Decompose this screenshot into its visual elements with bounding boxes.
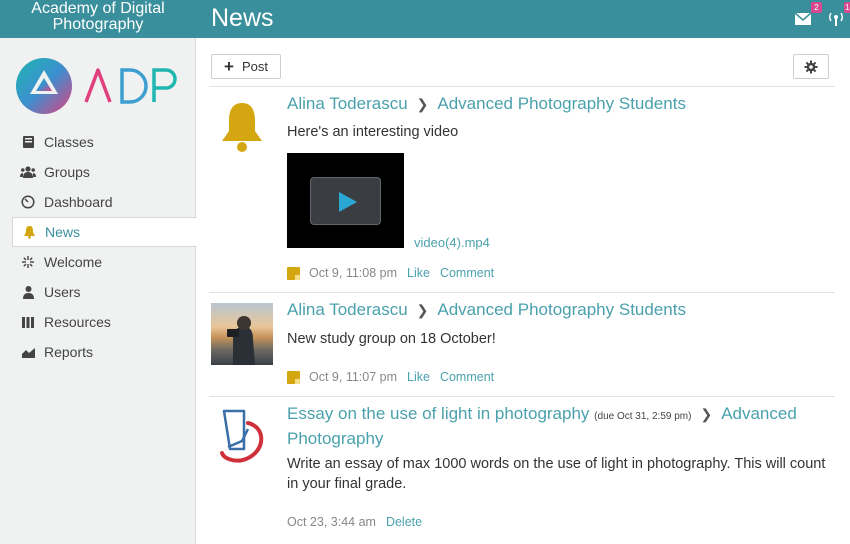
post-heading: Alina Toderascu ❯ Advanced Photography Stu…	[287, 299, 686, 321]
sidebar-item-groups[interactable]: Groups	[12, 157, 197, 187]
settings-button[interactable]	[793, 54, 829, 79]
sidebar-item-resources[interactable]: Resources	[12, 307, 197, 337]
timestamp: Oct 23, 3:44 am	[287, 515, 376, 529]
sidebar-item-dashboard[interactable]: Dashboard	[12, 187, 197, 217]
sidebar-item-welcome[interactable]: Welcome	[12, 247, 197, 277]
logo-mark-icon	[16, 58, 177, 114]
photographer-silhouette-icon	[227, 316, 255, 365]
chevron-right-icon: ❯	[416, 302, 429, 318]
sidebar-item-label: Dashboard	[44, 194, 113, 210]
sidebar-item-classes[interactable]: Classes	[12, 127, 197, 157]
feed-item: Essay on the use of light in photography…	[209, 396, 835, 544]
plus-icon: +	[224, 57, 234, 76]
comment-link[interactable]: Comment	[440, 370, 494, 384]
sidebar-nav: Classes Groups Dashboard News Welcome Us…	[12, 127, 197, 367]
sidebar-item-label: Welcome	[44, 254, 103, 270]
post-button-label: Post	[241, 59, 268, 74]
adp-logo[interactable]	[14, 56, 184, 116]
sidebar-item-label: Classes	[44, 134, 94, 150]
book-icon	[20, 134, 36, 150]
assignment-icon	[220, 409, 264, 463]
assignment-title-link[interactable]: Essay on the use of light in photography	[287, 404, 589, 423]
sidebar-item-users[interactable]: Users	[12, 277, 197, 307]
due-date: (due Oct 31, 2:59 pm)	[594, 411, 692, 422]
group-link[interactable]: Advanced Photography Students	[437, 300, 686, 319]
timestamp: Oct 9, 11:08 pm	[309, 266, 398, 280]
top-bar: Academy of Digital Photography News 2 14	[0, 0, 850, 38]
sidebar-item-label: Resources	[44, 314, 111, 330]
author-link[interactable]: Alina Toderascu	[287, 300, 408, 319]
comment-link[interactable]: Comment	[440, 266, 494, 280]
bell-icon	[21, 224, 37, 240]
sidebar-item-reports[interactable]: Reports	[12, 337, 197, 367]
post-meta: Oct 9, 11:07 pm Like Comment	[287, 370, 494, 384]
author-link[interactable]: Alina Toderascu	[287, 94, 408, 113]
chevron-right-icon: ❯	[416, 96, 429, 112]
like-link[interactable]: Like	[407, 266, 430, 280]
feed-item: Alina Toderascu ❯ Advanced Photography Stu…	[209, 292, 835, 396]
chevron-right-icon: ❯	[700, 406, 713, 422]
sidebar-item-label: Groups	[44, 164, 90, 180]
post-button[interactable]: + Post	[211, 54, 281, 79]
org-name: Academy of Digital Photography	[31, 0, 165, 33]
like-link[interactable]: Like	[407, 370, 430, 384]
sidebar-item-label: Reports	[44, 344, 94, 360]
sticky-note-icon	[287, 266, 300, 280]
sparkle-icon	[20, 254, 36, 270]
dashboard-gauge-icon	[20, 194, 36, 210]
user-icon	[20, 284, 36, 300]
timestamp: Oct 9, 11:07 pm	[309, 370, 398, 384]
post-heading: Alina Toderascu ❯ Advanced Photography Stu…	[287, 93, 686, 115]
class-link[interactable]: Advanced	[721, 404, 797, 423]
bell-icon	[222, 103, 262, 152]
post-meta: Oct 9, 11:08 pm Like Comment	[287, 266, 494, 280]
post-text: Here's an interesting video	[287, 124, 459, 140]
sidebar-item-label: Users	[44, 284, 81, 300]
envelope-icon	[794, 12, 812, 25]
messages-button[interactable]: 2	[794, 2, 822, 28]
assignment-heading: Essay on the use of light in photography…	[287, 403, 827, 428]
notifications-badge: 14	[844, 2, 850, 13]
sidebar-item-news[interactable]: News	[12, 217, 197, 247]
users-group-icon	[20, 164, 36, 180]
delete-link[interactable]: Delete	[386, 515, 422, 529]
play-icon	[310, 177, 381, 225]
feed-item: Alina Toderascu ❯ Advanced Photography Stu…	[209, 86, 835, 292]
assignment-meta: Oct 23, 3:44 am Delete	[287, 515, 422, 529]
sidebar: Classes Groups Dashboard News Welcome Us…	[0, 38, 197, 544]
assignment-description: Write an essay of max 1000 words on the …	[287, 456, 826, 492]
notifications-button[interactable]: 14	[827, 2, 850, 28]
user-avatar[interactable]	[211, 303, 273, 365]
group-link[interactable]: Advanced Photography Students	[437, 94, 686, 113]
area-chart-icon	[20, 344, 36, 360]
video-thumbnail[interactable]	[287, 153, 404, 248]
attachment-link[interactable]: video(4).mp4	[414, 235, 490, 250]
post-text: New study group on 18 October!	[287, 331, 496, 347]
sidebar-item-label: News	[45, 224, 81, 240]
gear-icon	[804, 60, 818, 73]
page-title: News	[211, 4, 274, 32]
sticky-note-icon	[287, 370, 300, 384]
library-icon	[20, 314, 36, 330]
broadcast-icon	[829, 12, 843, 26]
messages-badge: 2	[811, 2, 822, 13]
class-link-line2[interactable]: Photography	[287, 428, 383, 450]
